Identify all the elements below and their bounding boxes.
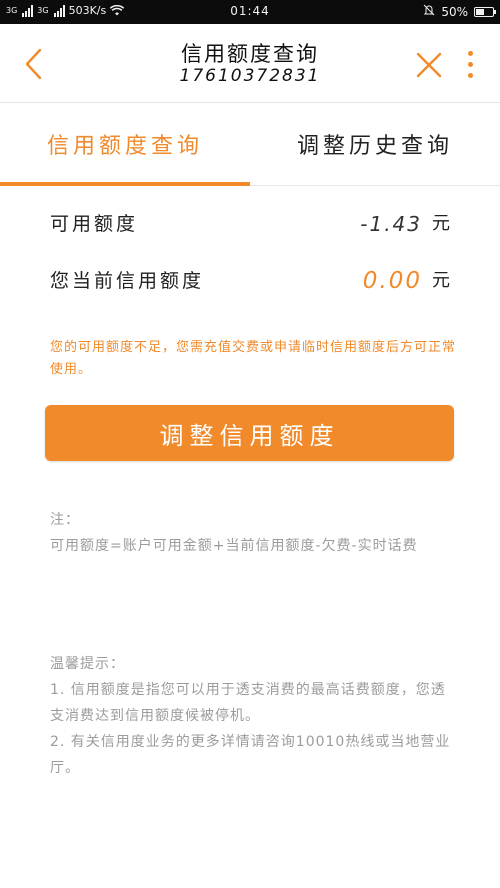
status-bar: 3G 3G 503K/s 01:44 50% <box>0 0 500 24</box>
current-credit-label: 您当前信用额度 <box>50 270 205 292</box>
battery-text: 50% <box>441 4 468 19</box>
tips-item-1: 1. 信用额度是指您可以用于透支消费的最高话费额度，您透支消费达到信用额度候被停… <box>50 682 446 724</box>
battery-fill <box>476 8 484 15</box>
more-button[interactable] <box>458 44 482 84</box>
note-text: 可用额度=账户可用金额+当前信用额度-欠费-实时话费 <box>50 538 418 554</box>
current-credit-unit: 元 <box>432 270 450 291</box>
note-title: 注： <box>50 512 80 528</box>
tab-indicator <box>0 182 250 186</box>
insufficient-credit-warning: 您的可用额度不足，您需充值交费或申请临时信用额度后方可正常使用。 <box>50 340 457 377</box>
more-vertical-icon <box>467 50 473 56</box>
tips-item-2: 2. 有关信用度业务的更多详情请咨询10010热线或当地营业厅。 <box>50 734 451 776</box>
current-credit-row: 您当前信用额度 0.00 元 <box>0 253 500 309</box>
close-icon <box>416 52 442 78</box>
tab-credit-query[interactable]: 信用额度查询 <box>0 103 250 185</box>
tips-section: 温馨提示： 1. 信用额度是指您可以用于透支消费的最高话费额度，您透支消费达到信… <box>50 651 460 781</box>
available-credit-unit: 元 <box>432 213 450 234</box>
close-button[interactable] <box>410 46 448 84</box>
tab-bar: 信用额度查询 调整历史查询 <box>0 103 500 186</box>
bell-off-icon <box>423 4 435 19</box>
tab-adjust-history[interactable]: 调整历史查询 <box>250 103 500 185</box>
formula-note: 注： 可用额度=账户可用金额+当前信用额度-欠费-实时话费 <box>50 507 460 559</box>
header: 信用额度查询 17610372831 <box>0 24 500 103</box>
available-credit-label: 可用额度 <box>50 213 139 235</box>
adjust-credit-button[interactable]: 调整信用额度 <box>45 405 454 461</box>
available-credit-row: 可用额度 -1.43 元 <box>0 196 500 252</box>
tips-title: 温馨提示： <box>50 656 125 672</box>
available-credit-value: -1.43 <box>360 212 422 236</box>
status-right: 50% <box>423 4 496 19</box>
current-credit-value: 0.00 <box>362 268 422 294</box>
battery-icon <box>474 6 496 17</box>
